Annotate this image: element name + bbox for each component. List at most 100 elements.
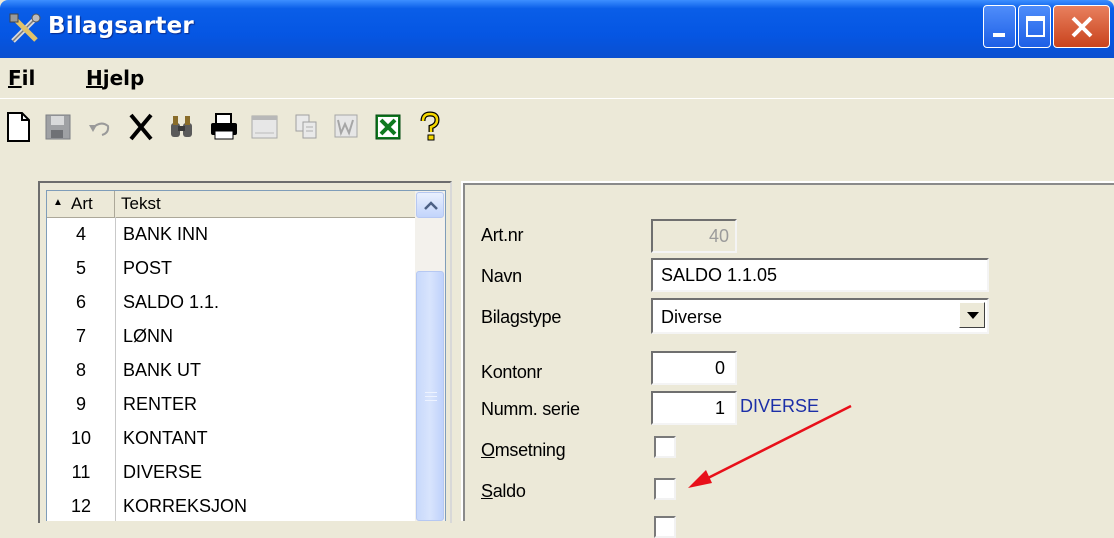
list-item[interactable]: 4 BANK INN: [47, 217, 415, 251]
list-item[interactable]: 8 BANK UT: [47, 353, 415, 387]
numm-serie-name: DIVERSE: [740, 396, 820, 416]
menu-fil-label: il: [21, 66, 36, 90]
list-item[interactable]: 6 SALDO 1.1.: [47, 285, 415, 319]
navn-field[interactable]: SALDO 1.1.05: [651, 258, 989, 292]
numm-serie-field[interactable]: 1: [651, 391, 737, 425]
maximize-button[interactable]: [1018, 5, 1051, 48]
print-button[interactable]: [206, 107, 242, 147]
bilagstype-dropdown-button[interactable]: [959, 302, 985, 328]
menu-hjelp[interactable]: Hjelp: [86, 66, 144, 90]
list-item-art: 6: [47, 285, 116, 319]
menu-fil-accel: F: [8, 66, 22, 90]
saldo-accel: S: [481, 481, 493, 501]
bilagstype-label: Bilagstype: [481, 307, 562, 327]
word-icon: [334, 114, 358, 138]
omsetning-checkbox[interactable]: [654, 436, 676, 458]
close-button[interactable]: [1053, 5, 1110, 48]
print-icon: [211, 113, 237, 140]
saldo-checkbox[interactable]: [654, 478, 676, 500]
list-item-tekst: SALDO 1.1.: [123, 292, 220, 312]
kontonr-value: 0: [714, 358, 725, 378]
chevron-up-icon: [424, 201, 438, 210]
omsetning-accel: O: [481, 440, 495, 460]
numm-serie-value: 1: [714, 398, 725, 418]
omsetning-label: Omsetning: [481, 440, 566, 461]
copy-button[interactable]: [288, 107, 324, 147]
title-bar[interactable]: Bilagsarter: [0, 0, 1114, 58]
preview-button[interactable]: [246, 107, 282, 147]
detail-panel: [463, 183, 1114, 521]
list-item[interactable]: 9 RENTER: [47, 387, 415, 421]
toolbar: [0, 98, 1114, 157]
excel-icon: [375, 114, 401, 140]
save-button[interactable]: [40, 107, 76, 147]
list-item-art: 8: [47, 353, 116, 387]
list-header: ▲ Art Tekst: [47, 191, 415, 218]
column-header-art-label: Art: [71, 194, 93, 213]
navn-label: Navn: [481, 266, 522, 286]
chevron-down-icon: [967, 312, 979, 319]
list-item[interactable]: 5 POST: [47, 251, 415, 285]
kontonr-field[interactable]: 0: [651, 351, 737, 385]
new-icon: [7, 112, 30, 142]
list-item-tekst: KONTANT: [123, 428, 208, 448]
bilagstype-value: Diverse: [661, 307, 723, 327]
list-item-tekst: RENTER: [123, 394, 198, 414]
list-rows: 4 BANK INN 5 POST 6 SALDO 1.1. 7 LØNN 8 BANK UT 9 R…: [47, 217, 415, 521]
menu-fil[interactable]: Fil: [8, 66, 35, 90]
column-header-tekst[interactable]: Tekst: [121, 194, 161, 214]
close-icon: [1071, 16, 1093, 38]
copy-icon: [295, 114, 317, 139]
delete-button[interactable]: [124, 107, 160, 147]
numm-serie-label: Numm. serie: [481, 399, 580, 419]
menu-hjelp-accel: H: [86, 66, 103, 90]
save-icon: [45, 114, 71, 140]
list-item-tekst: DIVERSE: [123, 462, 203, 482]
preview-icon: [251, 115, 278, 139]
help-button[interactable]: [412, 107, 448, 147]
minimize-button[interactable]: [983, 5, 1016, 48]
saldo-label-rest: aldo: [492, 481, 526, 501]
omsetning-label-rest: msetning: [494, 440, 566, 460]
tools-icon: [9, 13, 41, 43]
scroll-thumb[interactable]: [416, 271, 444, 521]
delete-icon: [129, 113, 153, 141]
help-icon: [420, 111, 440, 141]
bilagsart-list[interactable]: ▲ Art Tekst 4 BANK INN 5 POST 6 SALDO 1.1. 7 LØ…: [46, 190, 446, 521]
list-item-art: 12: [47, 489, 116, 521]
maximize-icon: [1026, 16, 1045, 37]
scroll-up-button[interactable]: [416, 192, 444, 218]
list-item[interactable]: 7 LØNN: [47, 319, 415, 353]
vertical-scrollbar[interactable]: [415, 191, 445, 521]
list-item-tekst: KORREKSJON: [123, 496, 248, 516]
list-item-art: 5: [47, 251, 116, 285]
list-item[interactable]: 12 KORREKSJON: [47, 489, 415, 521]
bilagstype-select[interactable]: Diverse: [651, 298, 989, 334]
list-item-art: 11: [47, 455, 116, 489]
list-item-tekst: BANK INN: [123, 224, 209, 244]
new-button[interactable]: [2, 107, 38, 147]
list-item-tekst: BANK UT: [123, 360, 202, 380]
list-item-art: 9: [47, 387, 116, 421]
excel-button[interactable]: [370, 107, 406, 147]
sort-ascending-icon: ▲: [53, 197, 63, 208]
undo-button[interactable]: [82, 107, 118, 147]
menu-hjelp-label: jelp: [102, 66, 145, 90]
list-item-art: 4: [47, 217, 116, 251]
artnr-field: 40: [651, 219, 737, 253]
undo-icon: [89, 122, 110, 136]
navn-value: SALDO 1.1.05: [661, 265, 778, 285]
artnr-value: 40: [708, 226, 729, 246]
menu-bar: Fil Hjelp: [0, 58, 1114, 96]
column-header-art[interactable]: ▲ Art: [47, 191, 115, 217]
list-item[interactable]: 10 KONTANT: [47, 421, 415, 455]
kontonr-label: Kontonr: [481, 362, 542, 382]
minimize-icon: [993, 33, 1005, 37]
next-checkbox[interactable]: [654, 516, 676, 538]
word-button[interactable]: [328, 107, 364, 147]
window-title: Bilagsarter: [48, 13, 194, 39]
list-item-tekst: POST: [123, 258, 173, 278]
list-item-art: 7: [47, 319, 116, 353]
find-button[interactable]: [164, 107, 200, 147]
list-item[interactable]: 11 DIVERSE: [47, 455, 415, 489]
